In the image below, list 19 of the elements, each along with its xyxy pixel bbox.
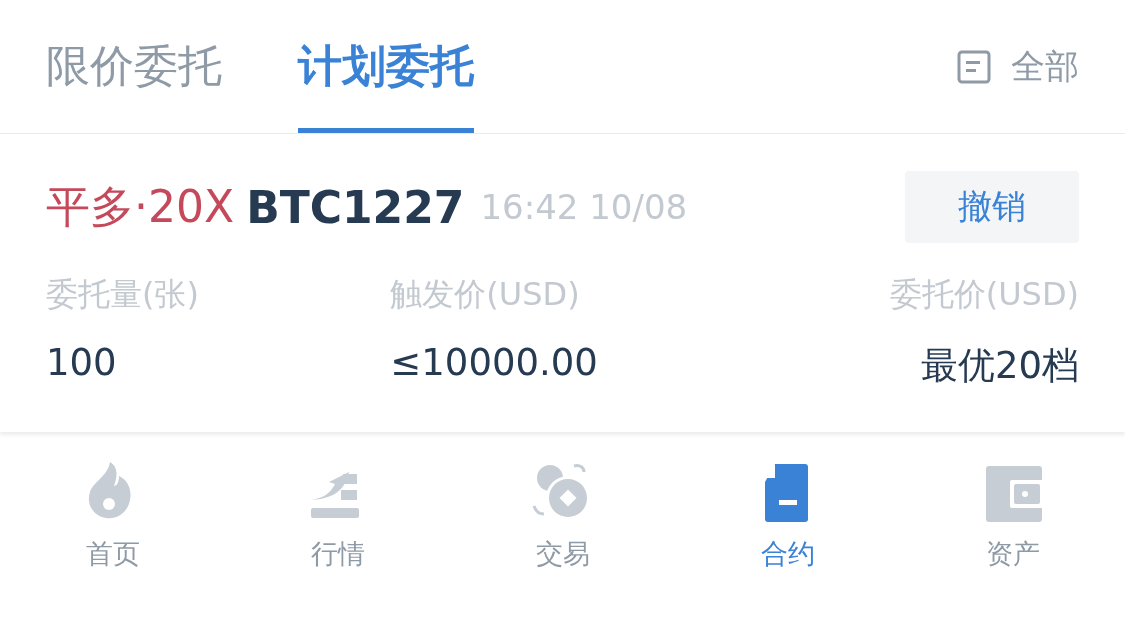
nav-item[interactable]: 首页 <box>0 460 225 639</box>
field-value: 100 <box>46 341 117 384</box>
field-value: ≤10000.00 <box>390 341 598 384</box>
nav-item[interactable]: 资产 <box>900 460 1125 639</box>
cancel-button[interactable]: 撤销 <box>905 171 1079 243</box>
order-side: 平多·20X <box>46 179 235 234</box>
order-time: 16:42 10/08 <box>480 187 688 227</box>
tab[interactable]: 计划委托 <box>298 0 474 133</box>
list-icon[interactable] <box>957 49 991 84</box>
nav-item[interactable]: 行情 <box>225 460 450 639</box>
filter-label[interactable]: 全部 <box>1011 43 1079 90</box>
tab[interactable]: 限价委托 <box>46 0 222 133</box>
contract-symbol: BTC1227 <box>246 181 465 233</box>
field-label: 触发价(USD) <box>390 274 580 315</box>
field-label: 委托量(张) <box>46 274 199 315</box>
field-label: 委托价(USD) <box>889 274 1079 315</box>
nav-item[interactable]: 合约 <box>675 460 900 639</box>
field-value: 最优20档 <box>920 343 1079 389</box>
nav-item[interactable]: 交易 <box>450 460 675 639</box>
